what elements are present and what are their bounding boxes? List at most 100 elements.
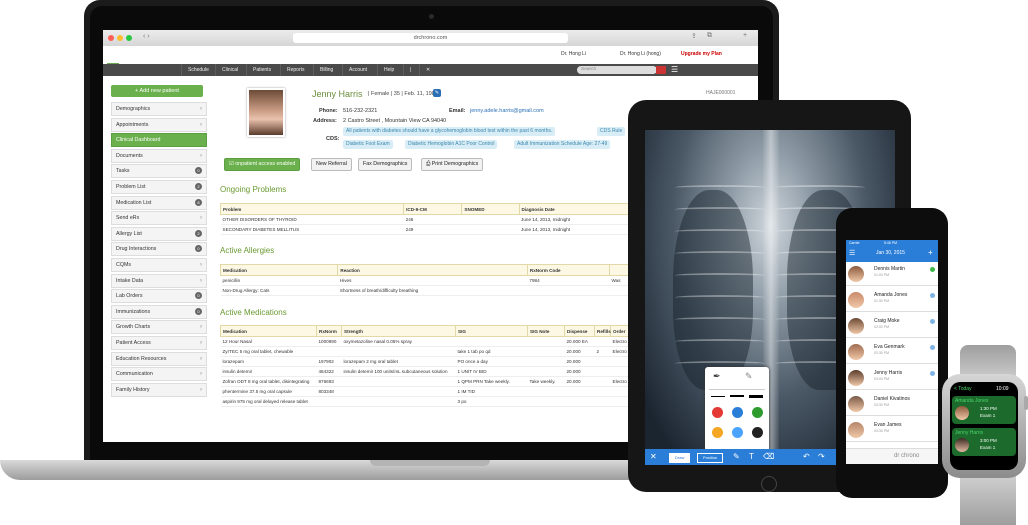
search-input[interactable]: Search (577, 66, 657, 74)
sidebar-item[interactable]: Education Resources › (111, 351, 207, 366)
email-link[interactable]: jenny.adele.harris@gmail.com (470, 108, 544, 114)
address-bar[interactable]: drchrono.com (293, 33, 568, 43)
user-role[interactable]: Dr. Hong Li (hong) (620, 51, 661, 57)
brush-icon[interactable]: ✎ (745, 371, 753, 382)
nav-account[interactable]: Account (342, 64, 373, 76)
sidebar-item[interactable]: Drug Interactions 0 (111, 242, 207, 257)
appointment-row[interactable]: Evan James 03:30 PM (846, 419, 938, 442)
sidebar-item[interactable]: Medication List 8 (111, 195, 207, 210)
draw-button[interactable]: Draw (669, 453, 691, 463)
cds-alert-glyco[interactable]: All patients with diabetes should have a… (343, 127, 556, 136)
appointment-row[interactable]: Amanda Jones 01:30 PM (846, 289, 938, 312)
nav-schedule[interactable]: Schedule (181, 64, 215, 76)
color-orange[interactable] (712, 427, 723, 438)
home-button[interactable] (761, 476, 777, 492)
color-green[interactable] (752, 407, 763, 418)
cds-alert-immunization[interactable]: Adult Immunization Schedule Age: 27-49 (514, 140, 611, 149)
sidebar-item[interactable]: Communication › (111, 367, 207, 382)
print-demographics-button[interactable]: ⎙ Print Demographics (421, 158, 484, 171)
table-row[interactable]: Zofran ODT 8 mg oral tablet, disintegrat… (220, 376, 641, 387)
stroke-thin[interactable] (711, 396, 725, 397)
pen-icon[interactable]: ✒ (713, 371, 721, 382)
appointment-row[interactable]: Dennis Martin 01:00 PM (846, 263, 938, 286)
add-new-patient-button[interactable]: + Add new patient (111, 85, 203, 97)
nav-billing[interactable]: Billing (313, 64, 339, 76)
tabs-icon[interactable]: ⧉ (707, 32, 712, 40)
sidebar-item[interactable]: Clinical Dashboard › (111, 133, 207, 148)
color-red[interactable] (712, 407, 723, 418)
digital-crown[interactable] (1024, 396, 1028, 410)
nav-help[interactable]: Help (377, 64, 400, 76)
column-header[interactable]: Medication (219, 264, 339, 276)
column-header[interactable]: RxNorm (316, 325, 342, 337)
table-row[interactable]: lorazepam 197902 lorazepam 2 mg oral table… (220, 356, 641, 367)
watch-entry[interactable]: Amanda Jones 1:30 PM Exam 1 (952, 396, 1016, 424)
sidebar-item[interactable]: Intake Data › (111, 273, 207, 288)
drawing-palette[interactable]: ✒ ✎ (705, 367, 769, 451)
new-referral-button[interactable]: New Referral (311, 158, 352, 171)
column-header[interactable]: SIG (455, 325, 528, 337)
sidebar-item[interactable]: Demographics › (111, 102, 207, 116)
undo-icon[interactable]: ↶ (803, 452, 810, 461)
sidebar-item[interactable]: Lab Orders 0 (111, 289, 207, 304)
cds-alert-a1c[interactable]: Diabetic Hemoglobin A1C Poor Control (405, 140, 498, 149)
date-selector[interactable]: Jan 30, 2015 (876, 250, 905, 256)
cds-rule[interactable]: CDS Rule (597, 127, 626, 136)
back-forward-icon[interactable]: ‹ › (143, 33, 150, 40)
appointment-row[interactable]: Craig Moke 02:00 PM (846, 315, 938, 338)
minimize-window-button[interactable] (117, 35, 123, 41)
nav-reports[interactable]: Reports (280, 64, 311, 76)
appointment-row[interactable]: Jenny Harris 03:00 PM (846, 367, 938, 390)
column-header[interactable]: ICD-9-CM (403, 203, 463, 215)
sidebar-item[interactable]: CQMs › (111, 258, 207, 272)
edit-icon[interactable]: ✎ (433, 89, 441, 97)
table-row[interactable]: aspirin 975 mg oral delayed release tabl… (220, 396, 641, 407)
column-header[interactable]: Reaction (337, 264, 528, 276)
color-blue[interactable] (732, 407, 743, 418)
pen-tool-icon[interactable]: ✎ (733, 452, 740, 461)
close-icon[interactable]: ✕ (650, 452, 657, 461)
appointment-row[interactable]: Daniel Kivatinos 03:30 PM (846, 393, 938, 416)
position-button[interactable]: Position (697, 453, 724, 463)
column-header[interactable]: SNOMED (461, 203, 520, 215)
sidebar-item[interactable]: Allergy List 2 (111, 226, 207, 241)
add-icon[interactable]: + (928, 248, 933, 257)
redo-icon[interactable]: ↷ (818, 452, 825, 461)
table-row[interactable]: ZyrTEC 5 mg oral tablet, chewable take 1 … (220, 346, 641, 357)
appointment-row[interactable]: Eva Genmark 02:30 PM (846, 341, 938, 364)
column-header[interactable]: Strength (341, 325, 456, 337)
stroke-thick[interactable] (749, 395, 763, 398)
eraser-icon[interactable]: ⌫ (763, 452, 774, 461)
close-window-button[interactable] (108, 35, 114, 41)
table-row[interactable]: phentermine 37.5 mg oral capsule 803348 1 … (220, 386, 641, 397)
close-icon[interactable]: ✕ (419, 64, 436, 76)
column-header[interactable]: Problem (219, 203, 405, 215)
sidebar-item[interactable]: Patient Access › (111, 336, 207, 350)
table-row[interactable]: insulin detemir 484322 insulin detemir 100… (220, 366, 641, 377)
mail-icon[interactable] (656, 66, 666, 74)
column-header[interactable]: RxNorm Code (526, 264, 610, 276)
watch-entry[interactable]: Jenny Harris 3:00 PM Exam 1 (952, 428, 1016, 456)
color-black[interactable] (752, 427, 763, 438)
sidebar-item[interactable]: Documents › (111, 148, 207, 163)
nav-patients[interactable]: Patients (246, 64, 277, 76)
sidebar-item[interactable]: Problem List 2 (111, 180, 207, 194)
fax-demographics-button[interactable]: Fax Demographics (358, 158, 413, 171)
table-row[interactable]: SECONDARY DIABETES MELLITUS 249 June 14, 2… (220, 224, 640, 235)
upgrade-link[interactable]: Upgrade my Plan (681, 51, 722, 57)
column-header[interactable]: Diagnosis Date (518, 203, 641, 215)
new-tab-icon[interactable]: + (743, 32, 747, 39)
menu-icon[interactable]: ☰ (671, 65, 678, 74)
table-row[interactable]: Non-Drug Allergy: Cats Shortness of breat… (220, 285, 640, 296)
text-tool-icon[interactable]: T (749, 452, 754, 461)
column-header[interactable]: Medication (220, 325, 317, 337)
watch-back[interactable]: < Today (954, 386, 972, 392)
sidebar-item[interactable]: Family History › (111, 382, 207, 397)
sidebar-item[interactable]: Send eRx › (111, 211, 207, 226)
sidebar-item[interactable]: Tasks 0 (111, 164, 207, 179)
collapse-icon[interactable]: | (403, 64, 417, 76)
user-menu[interactable]: Dr. Hong Li (561, 51, 586, 57)
column-header[interactable]: SIG Note (527, 325, 565, 337)
table-row[interactable]: OTHER DISORDERS OF THYROID 246 June 14, 20… (220, 214, 640, 225)
sidebar-item[interactable]: Growth Charts › (111, 320, 207, 335)
